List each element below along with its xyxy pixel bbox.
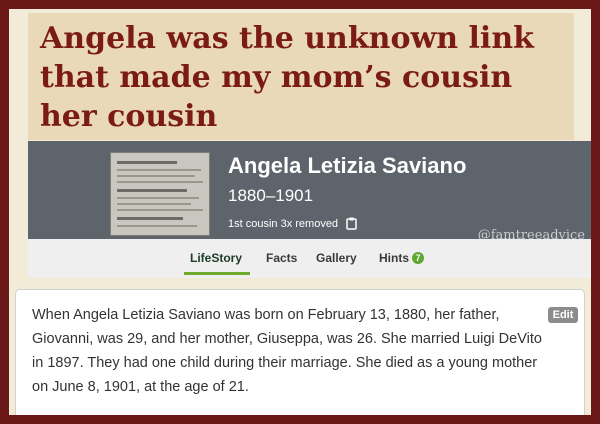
life-dates: 1880–1901 xyxy=(228,186,314,205)
tab-facts[interactable]: Facts xyxy=(266,251,297,265)
headline-banner: Angela was the unknown link that made my… xyxy=(28,13,574,140)
active-tab-indicator xyxy=(184,272,250,275)
headline: Angela was the unknown link that made my… xyxy=(40,19,534,136)
profile-header: Angela Letizia Saviano 1880–1901 1st cou… xyxy=(28,141,591,243)
profile-tabs: LifeStory Facts Gallery Hints 7 xyxy=(28,239,591,278)
content-area: Angela was the unknown link that made my… xyxy=(9,9,591,415)
relationship-row: 1st cousin 3x removed xyxy=(228,217,357,230)
lifestory-card: When Angela Letizia Saviano was born on … xyxy=(15,289,585,415)
person-name: Angela Letizia Saviano xyxy=(228,153,467,178)
headline-line-2: that made my mom’s cousin xyxy=(40,60,513,95)
hints-count-badge: 7 xyxy=(412,252,424,264)
tab-gallery[interactable]: Gallery xyxy=(316,251,357,265)
tab-hints[interactable]: Hints 7 xyxy=(379,251,424,265)
tab-hints-label: Hints xyxy=(379,251,409,265)
headline-line-3: her cousin xyxy=(40,99,218,134)
tab-lifestory[interactable]: LifeStory xyxy=(190,251,242,265)
lifestory-text: When Angela Letizia Saviano was born on … xyxy=(32,307,542,395)
headline-line-1: Angela was the unknown link xyxy=(40,21,534,56)
relationship-label[interactable]: 1st cousin 3x removed xyxy=(228,218,338,230)
edit-button[interactable]: Edit xyxy=(548,307,578,323)
relationship-path-icon[interactable] xyxy=(346,217,357,230)
outer-frame: Angela was the unknown link that made my… xyxy=(0,0,600,424)
record-thumbnail[interactable] xyxy=(110,152,210,236)
